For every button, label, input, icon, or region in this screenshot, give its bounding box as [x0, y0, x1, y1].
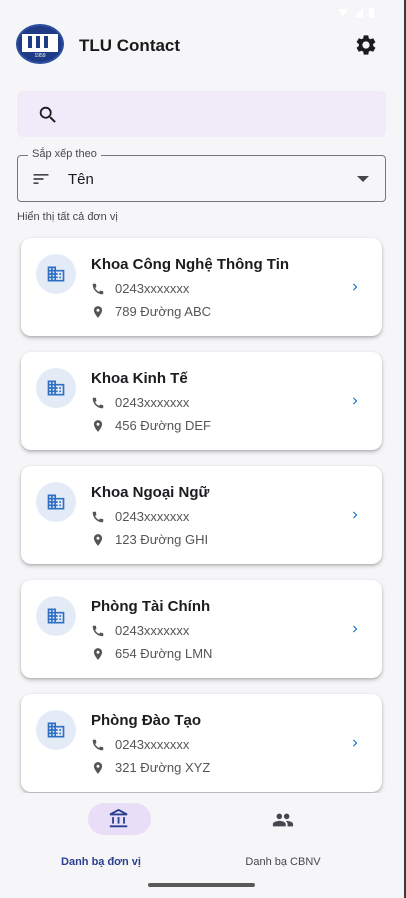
building-icon — [47, 608, 65, 624]
sort-icon — [33, 174, 49, 184]
bank-icon — [109, 808, 128, 828]
unit-address: 789 Đường ABC — [115, 304, 212, 319]
nav-item-unit-directory[interactable]: Danh bạ đơn vị — [0, 793, 202, 888]
unit-avatar — [36, 254, 76, 294]
nav-item-staff-directory[interactable]: Danh bạ CBNV — [202, 793, 404, 888]
unit-address: 321 Đường XYZ — [115, 760, 211, 775]
home-indicator[interactable] — [148, 883, 255, 887]
phone-icon — [92, 397, 104, 408]
nav-active-indicator — [88, 803, 151, 835]
unit-phone-row: 0243xxxxxxx — [91, 395, 189, 410]
location-pin-icon — [93, 761, 103, 774]
unit-address: 123 Đường GHI — [115, 532, 209, 547]
unit-phone-row: 0243xxxxxxx — [91, 281, 189, 296]
status-icons — [338, 8, 374, 18]
unit-name: Khoa Kinh Tế — [91, 370, 188, 387]
gear-icon — [356, 35, 376, 55]
location-pin-icon — [93, 305, 103, 318]
unit-address: 654 Đường LMN — [115, 646, 213, 661]
unit-card[interactable]: Khoa Kinh Tế 0243xxxxxxx 456 Đường DEF — [21, 352, 382, 450]
phone-icon — [92, 511, 104, 522]
sort-label: Sắp xếp theo — [28, 148, 101, 160]
unit-phone: 0243xxxxxxx — [115, 737, 190, 752]
wifi-icon — [338, 9, 348, 17]
app-screen: 1959 TLU Contact Sắp xếp theo Tên Hiển t… — [0, 0, 404, 898]
unit-name: Khoa Ngoại Ngữ — [91, 484, 210, 501]
chevron-right-icon — [353, 511, 358, 519]
search-input[interactable] — [17, 91, 386, 137]
unit-name: Phòng Tài Chính — [91, 598, 211, 615]
app-bar: 1959 TLU Contact — [0, 22, 404, 70]
building-icon — [47, 722, 65, 738]
unit-card[interactable]: Phòng Tài Chính 0243xxxxxxx 654 Đường LM… — [21, 580, 382, 678]
settings-button[interactable] — [354, 33, 378, 57]
status-bar — [0, 0, 404, 22]
location-pin-icon — [93, 419, 103, 432]
building-icon — [47, 494, 65, 510]
location-pin-icon — [93, 533, 103, 546]
chevron-right-icon — [353, 625, 358, 633]
phone-icon — [92, 739, 104, 750]
unit-phone: 0243xxxxxxx — [115, 623, 190, 638]
unit-phone: 0243xxxxxxx — [115, 509, 190, 524]
dropdown-arrow-icon — [357, 176, 369, 182]
chevron-right-icon — [353, 283, 358, 291]
building-icon — [47, 380, 65, 396]
unit-phone-row: 0243xxxxxxx — [91, 509, 189, 524]
search-icon — [39, 106, 56, 123]
unit-card[interactable]: Khoa Công Nghệ Thông Tin 0243xxxxxxx 789… — [21, 238, 382, 336]
unit-avatar — [36, 368, 76, 408]
unit-avatar — [36, 710, 76, 750]
unit-phone-row: 0243xxxxxxx — [91, 623, 189, 638]
battery-icon — [369, 8, 374, 18]
university-logo: 1959 — [16, 24, 64, 64]
unit-phone-row: 0243xxxxxxx — [91, 737, 189, 752]
people-icon — [272, 813, 294, 827]
nav-label-staff-directory: Danh bạ CBNV — [245, 856, 321, 868]
unit-address-row: 654 Đường LMN — [91, 646, 212, 661]
unit-avatar — [36, 482, 76, 522]
unit-address-row: 321 Đường XYZ — [91, 760, 210, 775]
chevron-right-icon — [353, 739, 358, 747]
filter-helper-text: Hiển thị tất cả đơn vị — [17, 211, 118, 223]
unit-address-row: 789 Đường ABC — [91, 304, 211, 319]
app-title: TLU Contact — [79, 36, 181, 55]
unit-phone: 0243xxxxxxx — [115, 281, 190, 296]
unit-avatar — [36, 596, 76, 636]
location-pin-icon — [93, 647, 103, 660]
unit-address-row: 123 Đường GHI — [91, 532, 208, 547]
sort-value: Tên — [68, 171, 94, 188]
phone-icon — [92, 625, 104, 636]
building-icon — [47, 266, 65, 282]
signal-icon — [354, 8, 363, 18]
unit-card[interactable]: Phòng Đào Tạo 0243xxxxxxx 321 Đường XYZ — [21, 694, 382, 792]
unit-phone: 0243xxxxxxx — [115, 395, 190, 410]
unit-name: Phòng Đào Tạo — [91, 712, 201, 729]
phone-icon — [92, 283, 104, 294]
logo-year: 1959 — [34, 53, 46, 59]
nav-label-unit-directory: Danh bạ đơn vị — [61, 856, 141, 868]
sort-dropdown[interactable]: Sắp xếp theo Tên — [17, 148, 386, 202]
unit-address: 456 Đường DEF — [115, 418, 211, 433]
chevron-right-icon — [353, 397, 358, 405]
unit-address-row: 456 Đường DEF — [91, 418, 211, 433]
unit-name: Khoa Công Nghệ Thông Tin — [91, 256, 290, 273]
unit-card[interactable]: Khoa Ngoại Ngữ 0243xxxxxxx 123 Đường GHI — [21, 466, 382, 564]
